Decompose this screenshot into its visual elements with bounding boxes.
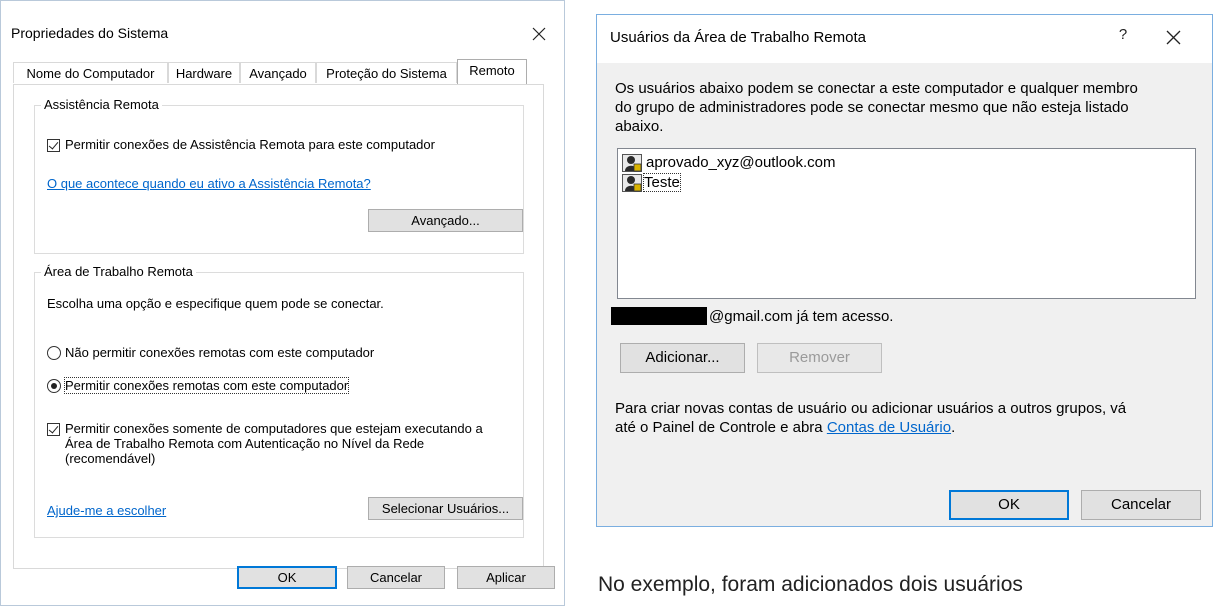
access-note: @gmail.com já tem acesso.: [709, 308, 894, 325]
nla-label-line3: (recomendável): [65, 451, 156, 466]
close-button[interactable]: [1150, 21, 1196, 51]
apply-button[interactable]: Aplicar: [457, 566, 555, 589]
footer-line1: Para criar novas contas de usuário ou ad…: [615, 400, 1127, 417]
tab-computer-name[interactable]: Nome do Computador: [13, 62, 168, 83]
description-line1: Os usuários abaixo podem se conectar a e…: [615, 80, 1138, 97]
group-title: Área de Trabalho Remota: [41, 264, 196, 279]
description-line2: do grupo de administradores pode se cone…: [615, 99, 1129, 116]
instruction-text: Escolha uma opção e especifique quem pod…: [47, 296, 384, 311]
system-properties-dialog: Propriedades do Sistema Nome do Computad…: [0, 0, 565, 606]
allow-remote-radio[interactable]: [47, 379, 61, 393]
description-line3: abaixo.: [615, 118, 664, 135]
footer-prefix: até o Painel de Controle e abra: [615, 419, 823, 436]
tab-remote[interactable]: Remoto: [457, 59, 527, 84]
content-area: Os usuários abaixo podem se conectar a e…: [597, 63, 1212, 526]
redaction-bar: [611, 307, 707, 325]
remote-tab-panel: Assistência Remota Permitir conexões de …: [13, 84, 544, 569]
users-listbox[interactable]: aprovado_xyz@outlook.com Teste: [617, 148, 1196, 299]
user-icon: [622, 154, 642, 172]
remote-assistance-help-link[interactable]: O que acontece quando eu ativo a Assistê…: [47, 176, 371, 191]
remote-desktop-users-dialog: Usuários da Área de Trabalho Remota ? Os…: [596, 14, 1213, 527]
tab-hardware[interactable]: Hardware: [168, 62, 240, 83]
checkbox-label: Permitir conexões de Assistência Remota …: [65, 137, 435, 152]
user-name: aprovado_xyz@outlook.com: [646, 154, 836, 171]
user-icon: [622, 174, 642, 192]
footer-suffix: .: [951, 419, 956, 436]
user-accounts-link[interactable]: Contas de Usuário: [827, 419, 951, 436]
close-icon: [532, 27, 546, 41]
tab-advanced[interactable]: Avançado: [240, 62, 316, 83]
help-choose-link[interactable]: Ajude-me a escolher: [47, 503, 166, 518]
tab-system-protection[interactable]: Proteção do Sistema: [316, 62, 457, 83]
nla-label-line1: Permitir conexões somente de computadore…: [65, 421, 483, 436]
select-users-button[interactable]: Selecionar Usuários...: [368, 497, 523, 520]
deny-remote-radio[interactable]: [47, 346, 61, 360]
nla-label-line2: Área de Trabalho Remota com Autenticação…: [65, 436, 425, 451]
footer-line2: até o Painel de Controle e abra Contas d…: [615, 419, 955, 436]
title-bar: Propriedades do Sistema: [1, 1, 564, 41]
ok-button[interactable]: OK: [237, 566, 337, 589]
deny-remote-label: Não permitir conexões remotas com este c…: [65, 345, 375, 360]
remote-desktop-group: Área de Trabalho Remota Escolha uma opçã…: [34, 264, 524, 538]
ok-button[interactable]: OK: [949, 490, 1069, 520]
nla-checkbox[interactable]: [47, 423, 60, 436]
remote-assistance-group: Assistência Remota Permitir conexões de …: [34, 97, 524, 254]
advanced-button[interactable]: Avançado...: [368, 209, 523, 232]
close-icon: [1166, 30, 1180, 45]
user-name: Teste: [643, 173, 681, 192]
dialog-title: Propriedades do Sistema: [11, 25, 169, 41]
remove-button[interactable]: Remover: [757, 343, 882, 373]
remote-assistance-checkbox[interactable]: [47, 139, 60, 152]
allow-remote-label: Permitir conexões remotas com este compu…: [63, 377, 350, 394]
add-button[interactable]: Adicionar...: [620, 343, 745, 373]
help-button[interactable]: ?: [1100, 20, 1146, 50]
cancel-button[interactable]: Cancelar: [1081, 490, 1201, 520]
group-title: Assistência Remota: [41, 97, 162, 112]
dialog-title: Usuários da Área de Trabalho Remota: [610, 29, 866, 46]
caption-text: No exemplo, foram adicionados dois usuár…: [598, 573, 1023, 596]
close-button[interactable]: [516, 18, 562, 48]
cancel-button[interactable]: Cancelar: [347, 566, 445, 589]
